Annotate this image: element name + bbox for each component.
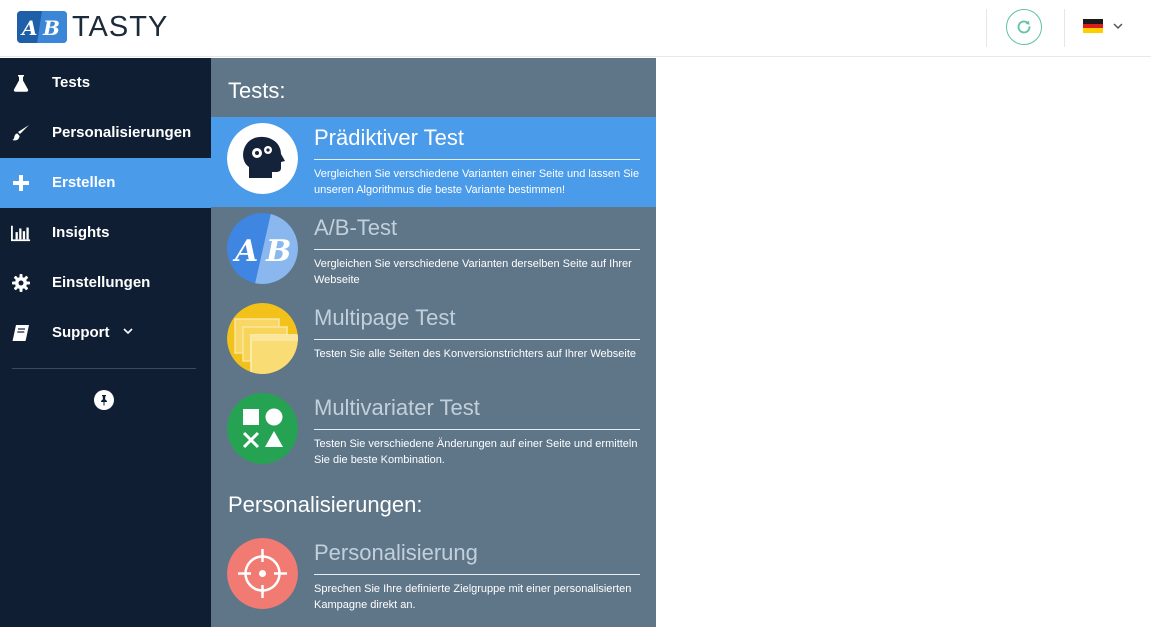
tests-heading: Tests: [228, 78, 286, 103]
sidebar-item-tests[interactable]: Tests [0, 58, 211, 108]
german-flag-icon [1083, 19, 1103, 34]
card-description: Vergleichen Sie verschiedene Varianten e… [314, 168, 640, 196]
header-divider [1064, 9, 1065, 47]
gear-icon [11, 273, 31, 293]
card-description: Testen Sie verschiedene Änderungen auf e… [314, 438, 638, 466]
sidebar-item-label: Personalisierungen [52, 124, 192, 141]
personalisierungen-heading: Personalisierungen: [228, 492, 423, 517]
flask-icon [11, 73, 31, 93]
refresh-button[interactable] [1006, 9, 1042, 45]
card-title: A/B-Test [314, 215, 398, 240]
sidebar-item-einstellungen[interactable]: Einstellungen [0, 258, 211, 308]
create-panel: Tests: Prädiktiver Test Vergleichen Sie … [211, 58, 656, 627]
plus-icon [11, 173, 31, 193]
pages-stack-icon [227, 303, 298, 374]
chevron-down-icon [123, 328, 133, 335]
brain-gears-icon [227, 123, 298, 194]
pin-icon [101, 395, 107, 406]
sidebar-item-personalisierungen[interactable]: Personalisierungen [0, 108, 211, 158]
brush-icon [11, 123, 31, 143]
shapes-icon [227, 393, 298, 464]
sidebar-item-insights[interactable]: Insights [0, 208, 211, 258]
card-divider [314, 339, 640, 340]
sidebar-item-support[interactable]: Support [0, 308, 211, 358]
card-description: Vergleichen Sie verschiedene Varianten d… [314, 258, 632, 286]
card-title: Multipage Test [314, 305, 456, 330]
card-ab-test[interactable]: A B A/B-Test Vergleichen Sie verschieden… [211, 207, 656, 297]
svg-text:A: A [232, 234, 258, 269]
ab-logo-icon: A B [17, 11, 67, 43]
sidebar-divider [12, 368, 196, 369]
header-divider [986, 9, 987, 47]
svg-text:A: A [20, 16, 38, 40]
sidebar-item-label: Einstellungen [52, 274, 151, 291]
card-multipage-test[interactable]: Multipage Test Testen Sie alle Seiten de… [211, 297, 656, 387]
sidebar-item-label: Support [52, 324, 110, 341]
refresh-icon [1017, 20, 1031, 34]
card-praediktiver-test[interactable]: Prädiktiver Test Vergleichen Sie verschi… [211, 117, 656, 207]
bar-chart-icon [11, 223, 31, 243]
card-title: Personalisierung [314, 540, 478, 565]
top-bar: A B TASTY [0, 0, 1151, 57]
card-multivariater-test[interactable]: Multivariater Test Testen Sie verschiede… [211, 387, 656, 477]
sidebar-item-erstellen[interactable]: Erstellen [0, 158, 211, 208]
card-description: Sprechen Sie Ihre definierte Zielgruppe … [314, 583, 632, 611]
card-divider [314, 159, 640, 160]
sidebar-item-label: Tests [52, 74, 91, 91]
main-content [656, 58, 1151, 627]
sidebar-item-label-wrap: Support [52, 324, 134, 342]
card-personalisierung[interactable]: Personalisierung Sprechen Sie Ihre defin… [211, 532, 656, 622]
card-divider [314, 249, 640, 250]
ab-tasty-logo[interactable]: A B TASTY [17, 11, 168, 43]
card-title: Prädiktiver Test [314, 125, 464, 150]
ab-letters-icon: A B [227, 213, 298, 284]
sidebar-item-label: Erstellen [52, 174, 116, 191]
sidebar-item-label: Insights [52, 224, 110, 241]
sidebar: Tests Personalisierungen Erstellen Insig… [0, 58, 211, 627]
svg-text:B: B [265, 234, 291, 269]
logo-text: TASTY [72, 11, 169, 43]
card-title: Multivariater Test [314, 395, 480, 420]
card-divider [314, 429, 640, 430]
card-description: Testen Sie alle Seiten des Konversionstr… [314, 348, 637, 360]
language-selector[interactable] [1083, 19, 1125, 34]
chevron-down-icon [1113, 23, 1123, 30]
card-divider [314, 574, 640, 575]
crosshair-icon [227, 538, 298, 609]
svg-text:B: B [42, 16, 60, 40]
book-icon [11, 323, 31, 343]
pin-sidebar-button[interactable] [94, 390, 114, 410]
